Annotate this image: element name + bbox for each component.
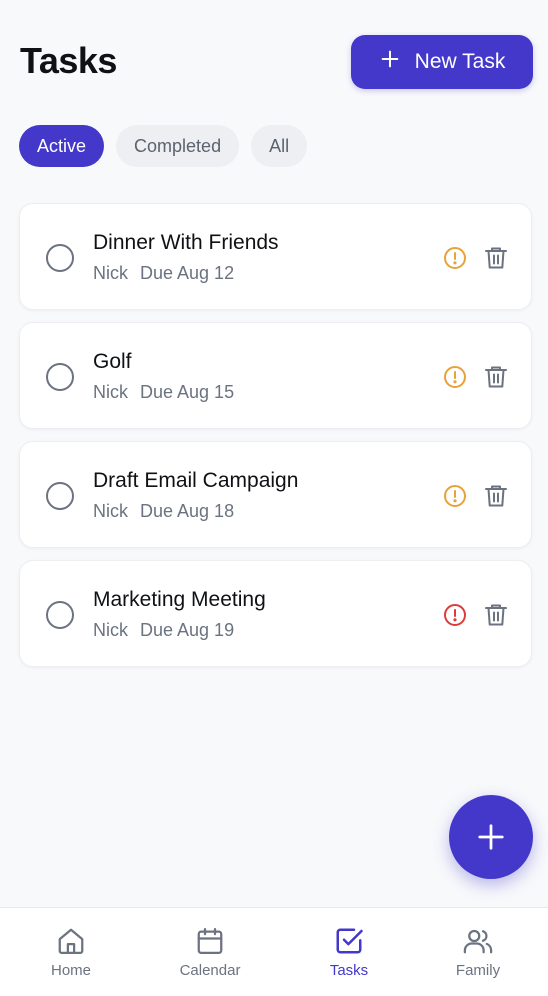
task-due-date: Due Aug 19 — [140, 620, 235, 640]
nav-label: Tasks — [329, 962, 369, 979]
task-due-date: Due Aug 18 — [140, 501, 235, 521]
task-card[interactable]: Marketing Meeting Nick Due Aug 19 — [19, 560, 532, 667]
task-meta: Nick Due Aug 19 — [93, 620, 234, 641]
task-checkbox[interactable] — [46, 601, 74, 629]
nav-label: Home — [50, 962, 91, 979]
task-assignee: Nick — [93, 501, 128, 521]
add-task-fab[interactable] — [449, 795, 533, 879]
priority-alert-icon — [444, 247, 466, 269]
bottom-nav: Home Calendar Tasks Family — [0, 907, 548, 996]
home-icon — [58, 928, 84, 954]
task-checkbox[interactable] — [46, 482, 74, 510]
filter-active[interactable]: Active — [19, 125, 105, 167]
trash-icon — [485, 604, 507, 626]
filter-completed[interactable]: Completed — [116, 125, 240, 167]
plus-icon — [478, 824, 504, 850]
nav-item-home[interactable]: Home — [16, 926, 126, 979]
task-checkbox[interactable] — [46, 363, 74, 391]
users-icon — [463, 929, 493, 954]
delete-task-button[interactable] — [484, 245, 508, 271]
page-title: Tasks — [20, 40, 117, 81]
priority-alert-icon — [444, 604, 466, 626]
new-task-label: New Task — [414, 50, 506, 73]
task-assignee: Nick — [93, 382, 128, 402]
task-checkbox[interactable] — [46, 244, 74, 272]
nav-label: Family — [455, 962, 501, 979]
task-list: Dinner With Friends Nick Due Aug 12 Golf… — [19, 203, 532, 679]
plus-icon — [379, 48, 401, 76]
new-task-button[interactable]: New Task — [351, 35, 533, 89]
task-card[interactable]: Golf Nick Due Aug 15 — [19, 322, 532, 429]
task-card[interactable]: Draft Email Campaign Nick Due Aug 18 — [19, 441, 532, 548]
priority-alert-icon — [444, 485, 466, 507]
nav-label: Calendar — [179, 962, 241, 979]
task-assignee: Nick — [93, 263, 128, 283]
calendar-icon — [197, 928, 223, 954]
app-root: Tasks New Task Active Completed All Dinn… — [0, 0, 548, 996]
priority-alert-icon — [444, 366, 466, 388]
trash-icon — [485, 247, 507, 269]
nav-item-calendar[interactable]: Calendar — [155, 926, 265, 979]
task-meta: Nick Due Aug 12 — [93, 263, 234, 284]
task-title: Marketing Meeting — [93, 588, 266, 611]
delete-task-button[interactable] — [484, 364, 508, 390]
task-due-date: Due Aug 15 — [140, 382, 235, 402]
task-assignee: Nick — [93, 620, 128, 640]
task-meta: Nick Due Aug 15 — [93, 382, 234, 403]
task-title: Dinner With Friends — [93, 231, 279, 254]
header: Tasks New Task — [0, 0, 548, 110]
nav-item-tasks[interactable]: Tasks — [294, 926, 404, 979]
delete-task-button[interactable] — [484, 483, 508, 509]
delete-task-button[interactable] — [484, 602, 508, 628]
task-due-date: Due Aug 12 — [140, 263, 235, 283]
filter-tabs: Active Completed All — [19, 125, 308, 167]
nav-item-family[interactable]: Family — [423, 926, 533, 979]
task-title: Golf — [93, 350, 132, 373]
check-square-icon — [336, 928, 363, 954]
task-card[interactable]: Dinner With Friends Nick Due Aug 12 — [19, 203, 532, 310]
trash-icon — [485, 366, 507, 388]
task-meta: Nick Due Aug 18 — [93, 501, 234, 522]
filter-all[interactable]: All — [251, 125, 308, 167]
trash-icon — [485, 485, 507, 507]
task-title: Draft Email Campaign — [93, 469, 299, 492]
